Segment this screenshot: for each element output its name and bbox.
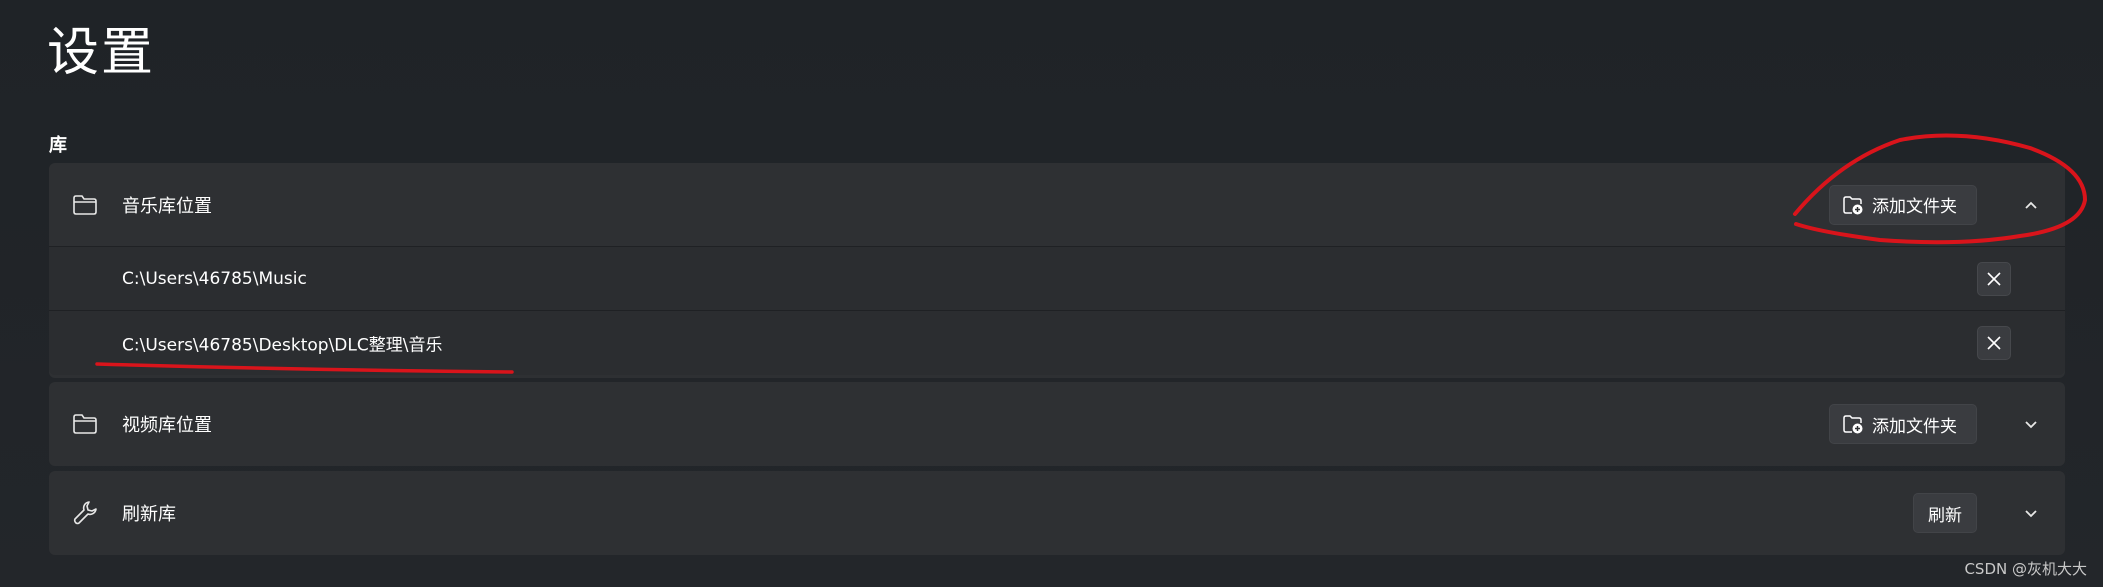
music-add-folder-label: 添加文件夹 [1872, 197, 1957, 217]
page-title: 设置 [47, 23, 156, 83]
video-library-label: 视频库位置 [122, 415, 212, 436]
folder-icon [73, 414, 97, 434]
chevron-down-icon[interactable] [2021, 414, 2041, 434]
close-icon [1987, 271, 2001, 286]
folder-add-icon [1843, 415, 1863, 434]
music-library-label: 音乐库位置 [122, 195, 212, 217]
music-folder-path: C:\Users\46785\Music [122, 268, 307, 289]
music-folder-row: C:\Users\46785\Desktop\DLC整理\音乐 [49, 311, 2065, 375]
refresh-library-card[interactable]: 刷新库 刷新 [49, 471, 2065, 555]
video-library-header[interactable]: 视频库位置 添加文件夹 [49, 382, 2065, 466]
music-folder-row: C:\Users\46785\Music [49, 247, 2065, 311]
music-library-card: 音乐库位置 添加文件夹 C:\Users\46785\Music C:\User… [49, 163, 2065, 378]
remove-folder-button[interactable] [1977, 326, 2011, 360]
folder-icon [73, 194, 97, 215]
chevron-up-icon[interactable] [2021, 195, 2041, 215]
folder-add-icon [1843, 195, 1863, 214]
chevron-down-icon[interactable] [2021, 503, 2041, 523]
refresh-library-label: 刷新库 [122, 504, 176, 525]
watermark: CSDN @灰机大大 [1964, 560, 2087, 578]
remove-folder-button[interactable] [1977, 261, 2011, 296]
section-label-library: 库 [49, 135, 67, 156]
refresh-button[interactable]: 刷新 [1913, 493, 1977, 533]
refresh-library-header[interactable]: 刷新库 刷新 [49, 471, 2065, 555]
settings-page: 设置 库 音乐库位置 添加文件夹 C:\Users\46785\Music C:… [0, 0, 2103, 587]
wrench-icon [73, 501, 97, 525]
music-add-folder-button[interactable]: 添加文件夹 [1829, 184, 1977, 225]
close-icon [1987, 336, 2001, 350]
video-add-folder-label: 添加文件夹 [1872, 416, 1957, 437]
video-add-folder-button[interactable]: 添加文件夹 [1829, 404, 1977, 444]
video-library-card[interactable]: 视频库位置 添加文件夹 [49, 382, 2065, 466]
music-library-header[interactable]: 音乐库位置 添加文件夹 [49, 163, 2065, 247]
music-folder-path: C:\Users\46785\Desktop\DLC整理\音乐 [122, 335, 443, 356]
